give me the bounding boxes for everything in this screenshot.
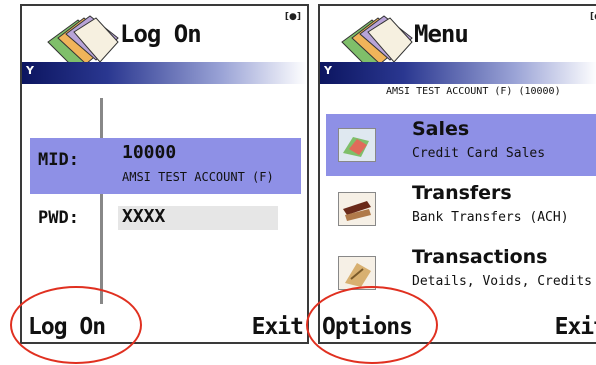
mid-account-name: AMSI TEST ACCOUNT (F) [122, 170, 274, 184]
pwd-label: PWD: [38, 208, 79, 228]
exit-softkey[interactable]: Exit [555, 314, 596, 340]
mid-field[interactable]: MID: 10000 AMSI TEST ACCOUNT (F) [30, 138, 301, 194]
transfers-icon [338, 192, 376, 226]
header-band [22, 62, 307, 84]
menu-item-subtitle: Bank Transfers (ACH) [412, 210, 569, 225]
account-line: AMSI TEST ACCOUNT (F) (10000) [386, 86, 561, 97]
antenna-icon: Y [324, 64, 332, 77]
highlight-circle-logon [10, 286, 142, 364]
pwd-value: XXXX [122, 206, 166, 227]
header-band [320, 62, 596, 84]
signal-indicator-icon: [● [590, 12, 596, 22]
title-bar: Menu [● [320, 6, 596, 71]
signal-indicator-icon: [●] [284, 12, 301, 22]
screen-title: Menu [414, 20, 469, 48]
sales-icon [338, 128, 376, 162]
menu-item-label: Transfers [412, 182, 512, 204]
pwd-field[interactable]: PWD: XXXX [30, 206, 301, 264]
menu-item-subtitle: Details, Voids, Credits [412, 274, 593, 289]
antenna-icon: Y [26, 64, 34, 77]
menu-item-label: Transactions [412, 246, 548, 268]
screen-title: Log On [120, 20, 202, 48]
mid-label: MID: [38, 150, 79, 170]
menu-item-sales[interactable]: Sales Credit Card Sales [326, 114, 596, 176]
title-bar: Log On [●] [22, 6, 307, 71]
exit-softkey[interactable]: Exit [252, 314, 304, 340]
menu-item-label: Sales [412, 118, 470, 140]
mid-value: 10000 [122, 142, 177, 163]
menu-item-subtitle: Credit Card Sales [412, 146, 546, 161]
highlight-circle-options [306, 286, 438, 364]
menu-item-transfers[interactable]: Transfers Bank Transfers (ACH) [326, 178, 596, 240]
transactions-icon [338, 256, 376, 290]
vertical-divider [100, 98, 103, 304]
